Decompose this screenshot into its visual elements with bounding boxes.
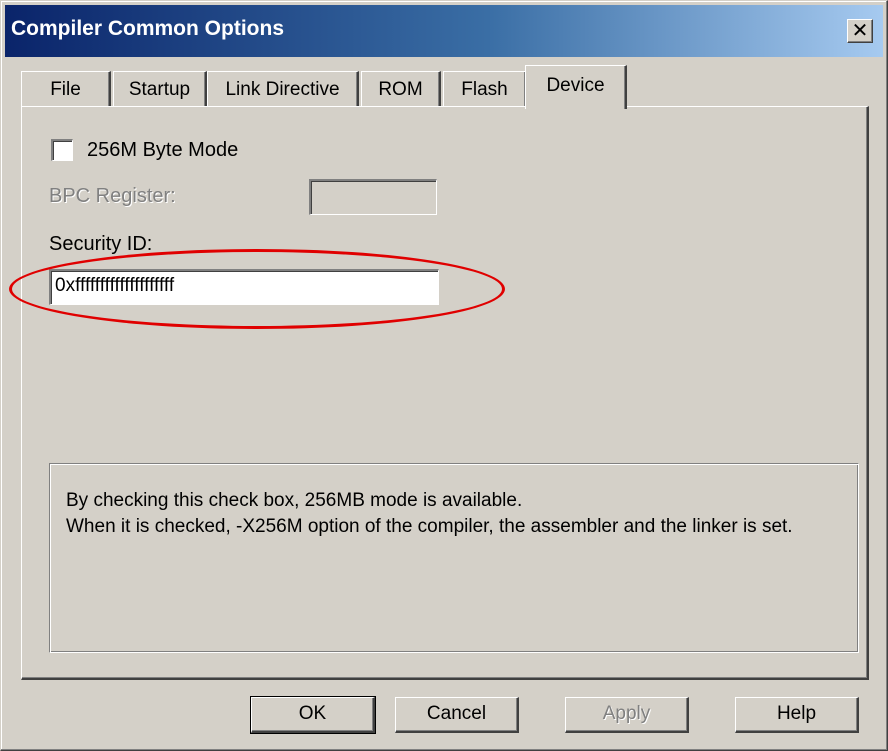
ok-button-label: OK [298, 703, 327, 724]
security-id-input[interactable]: 0xffffffffffffffffffff [49, 269, 439, 305]
byte-mode-checkbox[interactable] [51, 139, 73, 161]
tab-label: ROM [378, 79, 423, 100]
help-button-label: Help [776, 703, 817, 724]
ok-button[interactable]: OK [250, 696, 376, 734]
compiler-options-dialog: Compiler Common Options ✕ File Startup L… [0, 0, 888, 751]
bpc-register-input [309, 179, 437, 215]
tab-link-directive[interactable]: Link Directive [207, 71, 359, 107]
apply-button: Apply [565, 697, 689, 733]
tab-flash[interactable]: Flash [443, 71, 527, 107]
close-button[interactable]: ✕ [847, 19, 873, 43]
description-line-1: By checking this check box, 256MB mode i… [66, 490, 523, 511]
bpc-register-label: BPC Register: [49, 185, 176, 207]
security-id-label: Security ID: [49, 233, 153, 255]
help-button[interactable]: Help [735, 697, 859, 733]
tab-rom[interactable]: ROM [361, 71, 441, 107]
description-line-2: When it is checked, -X256M option of the… [66, 516, 793, 537]
tab-label: Link Directive [225, 79, 340, 100]
tab-label: File [50, 79, 81, 100]
tab-device[interactable]: Device [525, 65, 627, 109]
apply-button-label: Apply [602, 703, 651, 724]
dialog-title: Compiler Common Options [11, 17, 284, 40]
close-icon: ✕ [851, 20, 869, 42]
tab-label: Startup [128, 79, 191, 100]
title-bar[interactable]: Compiler Common Options ✕ [5, 5, 883, 57]
tab-file[interactable]: File [21, 71, 111, 107]
tab-label: Flash [461, 79, 508, 100]
description-box: By checking this check box, 256MB mode i… [49, 463, 859, 653]
tab-label: Device [546, 75, 605, 96]
cancel-button[interactable]: Cancel [395, 697, 519, 733]
byte-mode-label: 256M Byte Mode [87, 139, 239, 161]
tab-startup[interactable]: Startup [113, 71, 207, 107]
cancel-button-label: Cancel [426, 703, 487, 724]
